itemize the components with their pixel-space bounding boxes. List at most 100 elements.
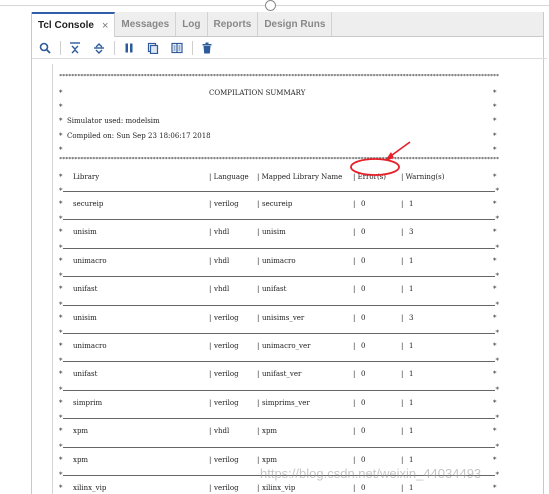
panel-resize-handle[interactable] [265, 0, 276, 11]
close-icon[interactable]: × [102, 20, 108, 32]
border-star: * [59, 313, 63, 322]
border-star: * [59, 342, 63, 350]
warnings-cell: 3 [409, 228, 414, 237]
table-row: * unifast | vhdl | unifast | 0 | 1 * [59, 284, 499, 294]
tab-design-runs[interactable]: Design Runs [258, 12, 333, 36]
separator: | [401, 285, 404, 294]
row-divider [59, 244, 499, 252]
separator: | [209, 342, 212, 350]
table-row: * secureip | verilog | secureip | 0 | 1 * [59, 199, 499, 209]
border-star: * [493, 427, 497, 436]
table-row: * unimacro | verilog | unimacro_ver | 0 | 1 * [59, 341, 499, 351]
row-divider [59, 414, 499, 422]
col-warnings: | Warning(s) [401, 173, 445, 181]
row-divider [59, 443, 499, 451]
separator: | [209, 313, 212, 322]
row-divider [59, 329, 499, 337]
separator: | [353, 398, 356, 407]
tab-label: Messages [121, 18, 170, 30]
delete-icon [202, 42, 212, 53]
separator: | [353, 484, 356, 492]
tab-label: Reports [213, 18, 252, 30]
columns-icon [171, 42, 183, 53]
separator: | [257, 285, 260, 294]
col-library: Library [73, 173, 100, 181]
language-cell: verilog [214, 313, 239, 322]
separator: | [209, 285, 212, 294]
separator: | [353, 256, 356, 265]
border-star: * [59, 89, 63, 97]
tab-log[interactable]: Log [176, 12, 208, 36]
mapped-library-cell: xpm [262, 427, 278, 436]
errors-cell: 0 [361, 427, 366, 436]
compiled-line: * Compiled on: Sun Sep 23 18:06:17 2018 … [59, 131, 499, 141]
expand-all-button[interactable] [90, 39, 108, 57]
errors-cell: 0 [361, 285, 366, 294]
language-cell: vhdl [214, 285, 230, 294]
mapped-library-cell: unisim [262, 228, 286, 237]
clear-console-button[interactable] [198, 39, 216, 57]
separator: | [209, 228, 212, 237]
border-star: * [493, 228, 497, 237]
row-divider [59, 301, 499, 309]
collapse-all-icon [70, 41, 80, 53]
tab-tcl-console[interactable]: Tcl Console × [32, 12, 116, 37]
blank-line: * * [59, 102, 499, 112]
col-errors: | Error(s) [353, 173, 387, 181]
separator: | [401, 200, 404, 208]
table-row: * unisim | vhdl | unisim | 0 | 3 * [59, 227, 499, 237]
separator: | [401, 427, 404, 436]
separator: | [257, 342, 260, 350]
separator: | [209, 256, 212, 265]
library-cell: xpm [73, 455, 89, 464]
tcl-console-panel: Tcl Console × Messages Log Reports Desig… [31, 12, 547, 494]
warnings-cell: 3 [409, 313, 414, 322]
table-row: * xpm | verilog | xpm | 0 | 1 * [59, 455, 499, 465]
mapped-library-cell: simprims_ver [262, 398, 310, 407]
compiled-text: Compiled on: Sun Sep 23 18:06:17 2018 [67, 132, 211, 140]
tab-messages[interactable]: Messages [115, 12, 177, 36]
tab-label: Tcl Console [38, 20, 94, 31]
column-header-line: * Library | Language | Mapped Library Na… [59, 172, 499, 182]
errors-cell: 0 [361, 455, 366, 464]
copy-button[interactable] [144, 39, 162, 57]
border-star: * [59, 173, 63, 181]
blank-line: * * [59, 145, 499, 155]
pause-button[interactable] [120, 39, 138, 57]
library-cell: unisim [73, 313, 97, 322]
separator: | [257, 313, 260, 322]
star-border: ****************************************… [59, 157, 499, 163]
warnings-cell: 1 [409, 256, 414, 265]
table-row: * unifast | verilog | unifast_ver | 0 | 1 * [59, 369, 499, 379]
separator: | [209, 427, 212, 436]
separator: | [353, 285, 356, 294]
simulator-line: * Simulator used: modelsim * [59, 116, 499, 126]
mapped-library-cell: unimacro [262, 256, 296, 265]
tab-label: Log [182, 18, 201, 30]
border-star: * [493, 313, 497, 322]
border-star: * [493, 173, 497, 181]
separator: | [257, 455, 260, 464]
separator: | [353, 200, 356, 208]
separator: | [401, 256, 404, 265]
border-star: * [59, 146, 63, 154]
warnings-cell: 1 [409, 200, 414, 208]
separator: | [353, 370, 356, 379]
console-output[interactable]: ****************************************… [52, 64, 503, 494]
table-row: * xilinx_vip | verilog | xilinx_vip | 0 | 1 * [59, 483, 499, 493]
border-star: * [493, 398, 497, 407]
collapse-all-button[interactable] [66, 39, 84, 57]
border-star: * [493, 285, 497, 294]
border-star: * [493, 455, 497, 464]
columns-button[interactable] [168, 39, 186, 57]
errors-cell: 0 [361, 256, 366, 265]
library-cell: unimacro [73, 256, 107, 265]
row-divider [59, 215, 499, 223]
star-border: ****************************************… [59, 74, 499, 80]
border-star: * [59, 484, 63, 492]
tab-label: Design Runs [264, 18, 326, 30]
separator: | [257, 370, 260, 379]
search-button[interactable] [36, 39, 54, 57]
border-star: * [59, 256, 63, 265]
tab-reports[interactable]: Reports [208, 12, 259, 36]
